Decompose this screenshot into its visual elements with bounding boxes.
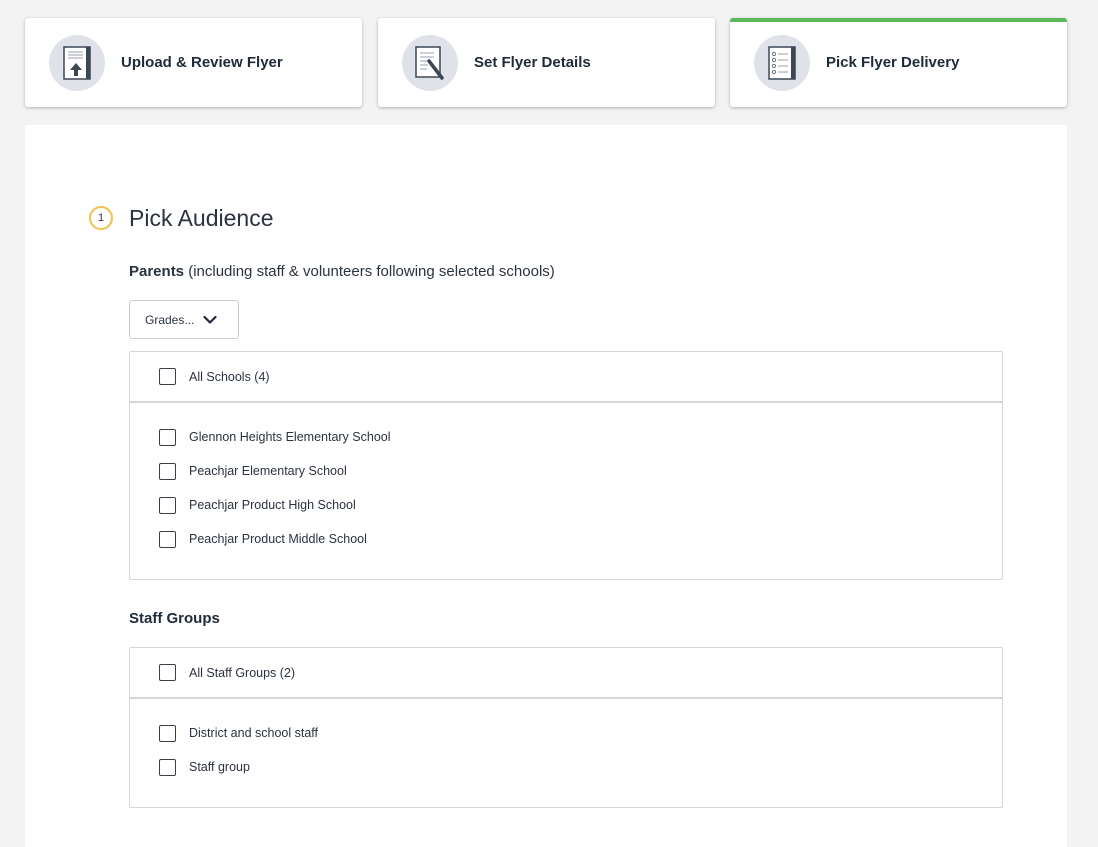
- staff-group-checkbox[interactable]: [159, 724, 176, 742]
- step-pick-delivery-label: Pick Flyer Delivery: [826, 54, 960, 71]
- school-label: Peachjar Product High School: [189, 498, 356, 512]
- school-label: Glennon Heights Elementary School: [189, 430, 391, 444]
- checklist-document-icon: [754, 34, 810, 91]
- chevron-down-icon: [202, 312, 218, 328]
- all-schools-label: All Schools (4): [189, 369, 270, 384]
- section-number-badge: 1: [89, 206, 113, 230]
- step-upload-review-label: Upload & Review Flyer: [121, 54, 283, 71]
- section-title: Pick Audience: [129, 205, 274, 231]
- school-row[interactable]: Glennon Heights Elementary School: [130, 420, 1002, 454]
- edit-document-icon: [402, 34, 458, 91]
- school-checkbox[interactable]: [159, 496, 176, 514]
- staff-group-label: District and school staff: [189, 726, 318, 740]
- parents-label-bold: Parents: [129, 263, 185, 280]
- all-schools-row[interactable]: All Schools (4): [130, 352, 1002, 403]
- grades-dropdown[interactable]: Grades...: [129, 300, 239, 339]
- staff-groups-items: District and school staff Staff group: [130, 699, 1002, 784]
- school-row[interactable]: Peachjar Product Middle School: [130, 522, 1002, 556]
- staff-group-row[interactable]: District and school staff: [130, 716, 1002, 750]
- all-staff-groups-label: All Staff Groups (2): [189, 665, 296, 680]
- school-checkbox[interactable]: [159, 530, 176, 548]
- parents-label: Parents (including staff & volunteers fo…: [129, 263, 555, 280]
- staff-group-label: Staff group: [189, 760, 250, 774]
- staff-groups-list: All Staff Groups (2) District and school…: [129, 647, 1003, 808]
- school-row[interactable]: Peachjar Product High School: [130, 488, 1002, 522]
- upload-document-icon: [49, 34, 105, 91]
- school-checkbox[interactable]: [159, 462, 176, 480]
- parents-label-note: (including staff & volunteers following …: [184, 263, 555, 280]
- all-staff-groups-checkbox[interactable]: [159, 664, 176, 681]
- schools-items: Glennon Heights Elementary School Peachj…: [130, 403, 1002, 556]
- school-checkbox[interactable]: [159, 428, 176, 446]
- step-set-details[interactable]: Set Flyer Details: [378, 18, 715, 107]
- step-upload-review[interactable]: Upload & Review Flyer: [25, 18, 362, 107]
- grades-dropdown-label: Grades...: [145, 312, 195, 327]
- step-pick-delivery[interactable]: Pick Flyer Delivery: [730, 18, 1067, 107]
- step-set-details-label: Set Flyer Details: [474, 54, 591, 71]
- school-label: Peachjar Product Middle School: [189, 532, 367, 546]
- staff-group-checkbox[interactable]: [159, 758, 176, 776]
- schools-list: All Schools (4) Glennon Heights Elementa…: [129, 351, 1003, 580]
- step-tabs: Upload & Review Flyer Set Flyer Details: [25, 18, 1067, 107]
- school-label: Peachjar Elementary School: [189, 464, 347, 478]
- staff-group-row[interactable]: Staff group: [130, 750, 1002, 784]
- all-schools-checkbox[interactable]: [159, 368, 176, 385]
- staff-groups-title: Staff Groups: [129, 610, 220, 627]
- school-row[interactable]: Peachjar Elementary School: [130, 454, 1002, 488]
- all-staff-groups-row[interactable]: All Staff Groups (2): [130, 648, 1002, 699]
- delivery-panel: 1 Pick Audience Parents (including staff…: [25, 125, 1067, 847]
